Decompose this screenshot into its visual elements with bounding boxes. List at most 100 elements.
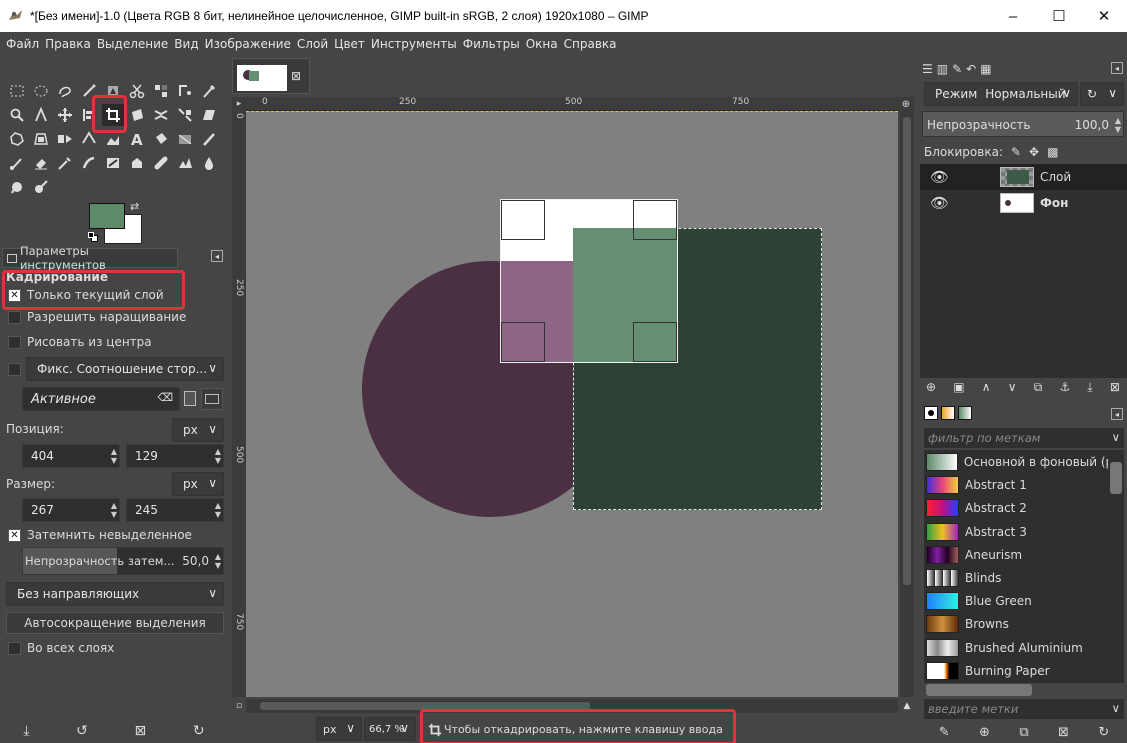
expand-from-center-option[interactable]: Рисовать из центра <box>0 331 228 353</box>
gradient-item[interactable]: Основной в фоновый (р <box>926 451 1108 473</box>
channels-tab-icon[interactable]: ▥ <box>937 62 948 76</box>
quick-mask-corner-icon[interactable]: ▸ <box>232 97 246 111</box>
save-options-icon[interactable]: ⤓ <box>23 723 29 739</box>
measure-icon[interactable] <box>30 104 52 126</box>
allow-growing-checkbox[interactable] <box>8 310 21 324</box>
shrink-merged-option[interactable]: Во всех слоях <box>0 637 228 659</box>
free-select-icon[interactable] <box>54 80 76 102</box>
spinner-icon[interactable]: ▲ ▼ <box>111 447 117 465</box>
vertical-scrollbar[interactable] <box>900 111 914 697</box>
color-picker-icon[interactable] <box>198 80 220 102</box>
close-tab-icon[interactable]: ⊠ <box>291 69 301 83</box>
spinner-icon[interactable]: ▲ ▼ <box>215 447 221 465</box>
gradient-item[interactable]: Browns <box>926 613 1108 635</box>
delete-layer-icon[interactable]: ⊠ <box>1110 380 1120 394</box>
menu-filters[interactable]: Фильтры <box>463 37 520 51</box>
aspect-active-field[interactable]: Активное ⌫ <box>22 387 180 411</box>
size-width-field[interactable]: 267 ▲ ▼ <box>22 498 120 522</box>
menu-tools[interactable]: Инструменты <box>371 37 457 51</box>
delete-options-icon[interactable]: ⊠ <box>135 723 147 739</box>
gradient-item[interactable]: Burning Paper <box>926 660 1108 682</box>
paths-icon[interactable] <box>174 80 196 102</box>
menu-layer[interactable]: Слой <box>297 37 328 51</box>
crop-handle-bottom-left[interactable] <box>501 322 545 362</box>
highlight-option[interactable]: ✕ Затемнить невыделенное <box>0 524 228 546</box>
eye-icon[interactable]: 👁 <box>930 168 949 186</box>
cage-transform-icon[interactable] <box>6 128 28 150</box>
gradients-tab-icon[interactable] <box>958 406 972 420</box>
highlight-checkbox[interactable]: ✕ <box>8 528 21 542</box>
crop-handle-bottom-right[interactable] <box>633 322 677 362</box>
position-unit-dropdown[interactable]: px ∨ <box>172 418 224 442</box>
zoom-canvas-icon[interactable]: ⊕ <box>898 97 914 111</box>
unified-transform-icon[interactable] <box>126 104 148 126</box>
new-gradient-icon[interactable]: ⊕ <box>979 725 990 740</box>
image-tab[interactable]: ⊠ <box>232 58 310 94</box>
layer-row[interactable]: 👁 Фон <box>920 190 1127 216</box>
foreground-color-swatch[interactable] <box>89 203 125 229</box>
shrink-merged-checkbox[interactable] <box>8 641 21 655</box>
paintbrush-icon[interactable] <box>6 152 28 174</box>
warp-transform-icon[interactable] <box>150 104 172 126</box>
restore-options-icon[interactable]: ↺ <box>76 723 88 739</box>
fixed-aspect-dropdown[interactable]: Фикс. Соотношение стор... ∨ <box>26 357 224 381</box>
ink-icon[interactable] <box>78 152 100 174</box>
eraser-icon[interactable] <box>30 152 52 174</box>
menu-windows[interactable]: Окна <box>526 37 558 51</box>
crop-rectangle[interactable] <box>500 199 678 363</box>
handle-transform-icon[interactable] <box>174 104 196 126</box>
configure-gradients-tab-icon[interactable]: ◂ <box>1111 408 1123 420</box>
eye-icon[interactable]: 👁 <box>930 194 949 212</box>
gradient-item[interactable]: Abstract 3 <box>926 521 1108 543</box>
clear-field-icon[interactable]: ⌫ <box>157 391 173 404</box>
lock-position-icon[interactable]: ✥ <box>1029 145 1039 159</box>
auto-shrink-button[interactable]: Автосокращение выделения <box>6 612 224 634</box>
allow-growing-option[interactable]: Разрешить наращивание <box>0 306 228 328</box>
gradient-item[interactable]: Blinds <box>926 567 1108 589</box>
gradient-item[interactable]: Abstract 2 <box>926 497 1108 519</box>
lock-pixels-icon[interactable]: ✎ <box>1011 145 1021 159</box>
gradient-tag-input[interactable]: введите метки ∨ <box>924 699 1124 719</box>
crop-handle-top-left[interactable] <box>501 200 545 240</box>
guides-dropdown[interactable]: Без направляющих ∨ <box>6 582 224 606</box>
select-by-color-icon[interactable] <box>150 80 172 102</box>
gradient-item[interactable]: Abstract 1 <box>926 474 1108 496</box>
menu-help[interactable]: Справка <box>564 37 617 51</box>
size-unit-dropdown[interactable]: px ∨ <box>172 472 224 496</box>
pencil-icon[interactable] <box>198 128 220 150</box>
duplicate-gradient-icon[interactable]: ⧉ <box>1019 725 1028 740</box>
duplicate-layer-icon[interactable]: ⧉ <box>1034 380 1043 395</box>
gradient-icon[interactable] <box>174 128 196 150</box>
configure-tab-icon[interactable]: ◂ <box>211 250 223 262</box>
menu-image[interactable]: Изображение <box>205 37 291 51</box>
new-group-icon[interactable]: ▣ <box>953 380 964 394</box>
portrait-icon[interactable] <box>184 391 196 406</box>
close-window-button[interactable]: ✕ <box>1081 0 1127 32</box>
undo-tab-icon[interactable]: ↶ <box>966 62 976 76</box>
default-colors-icon[interactable] <box>88 232 98 242</box>
lower-layer-icon[interactable]: ∨ <box>1008 380 1017 394</box>
text-tool-icon[interactable]: A <box>126 128 148 150</box>
zoom-dropdown[interactable]: 66,7 % ∨ <box>364 717 416 741</box>
gradients-hscroll-thumb[interactable] <box>926 684 1032 696</box>
perspective-icon[interactable] <box>30 128 52 150</box>
layer-composite-dropdown[interactable]: ↻ ∨ <box>1080 82 1124 106</box>
reset-options-icon[interactable]: ↻ <box>193 723 205 739</box>
dodge-burn-icon[interactable] <box>30 176 52 198</box>
raise-layer-icon[interactable]: ∧ <box>982 380 991 394</box>
shear-icon[interactable] <box>198 104 220 126</box>
menu-colors[interactable]: Цвет <box>334 37 365 51</box>
ellipse-select-icon[interactable] <box>30 80 52 102</box>
fixed-aspect-checkbox[interactable] <box>8 362 21 376</box>
image-canvas[interactable] <box>246 111 898 697</box>
move-icon[interactable] <box>54 104 76 126</box>
crop-handle-top-right[interactable] <box>633 200 677 240</box>
flip-icon[interactable] <box>54 128 76 150</box>
spinner-icon[interactable]: ▲ ▼ <box>215 501 221 519</box>
smudge-icon[interactable] <box>6 176 28 198</box>
spinner-icon[interactable]: ▲ ▼ <box>111 501 117 519</box>
spinner-icon[interactable]: ▲ ▼ <box>215 552 221 570</box>
delete-gradient-icon[interactable]: ⊠ <box>1058 725 1069 740</box>
anchor-layer-icon[interactable]: ⚓ <box>1059 380 1070 394</box>
perspective-clone-icon[interactable] <box>174 152 196 174</box>
